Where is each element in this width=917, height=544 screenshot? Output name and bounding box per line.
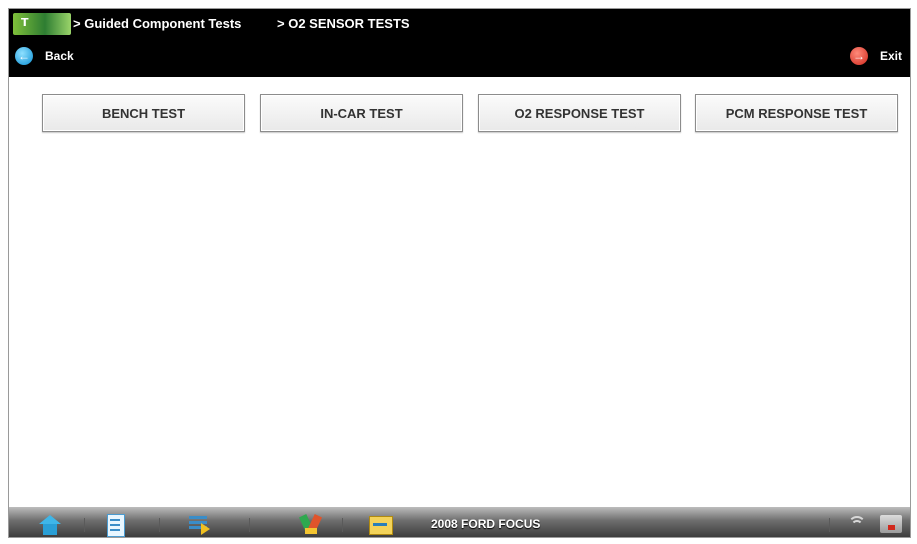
exit-arrow-icon: → [849, 47, 868, 65]
document-icon[interactable] [101, 511, 131, 537]
back-arrow-icon: ← [15, 47, 33, 65]
exit-label: Exit [879, 49, 902, 63]
back-button[interactable]: ← Back [15, 43, 74, 69]
pcm-response-test-button[interactable]: PCM RESPONSE TEST [695, 94, 898, 132]
breadcrumb-guided-component-tests[interactable]: > Guided Component Tests [73, 16, 241, 31]
back-label: Back [45, 49, 74, 63]
home-icon[interactable] [35, 511, 65, 537]
vehicle-label: 2008 FORD FOCUS [431, 517, 541, 531]
toolbar-divider [84, 518, 85, 532]
app-window: T > Guided Component Tests > O2 SENSOR T… [8, 8, 911, 538]
toolbar-divider [829, 518, 830, 532]
bench-test-button[interactable]: BENCH TEST [42, 94, 245, 132]
list-icon[interactable] [184, 511, 214, 537]
bottom-toolbar: 2008 FORD FOCUS [9, 507, 910, 537]
exit-button[interactable]: → Exit [849, 43, 902, 69]
test-buttons-row: BENCH TEST IN-CAR TEST O2 RESPONSE TEST … [9, 94, 910, 134]
o2-response-test-button[interactable]: O2 RESPONSE TEST [478, 94, 681, 132]
app-logo[interactable]: T [13, 13, 71, 35]
app-logo-text: T [21, 16, 29, 29]
in-car-test-button[interactable]: IN-CAR TEST [260, 94, 463, 132]
wifi-icon[interactable] [846, 514, 866, 534]
toolbar-divider [342, 518, 343, 532]
header-bar: T > Guided Component Tests > O2 SENSOR T… [9, 9, 910, 77]
breadcrumb-o2-sensor-tests: > O2 SENSOR TESTS [277, 16, 410, 31]
toolbar-divider [249, 518, 250, 532]
toolbar-divider [159, 518, 160, 532]
scope-icon[interactable] [365, 511, 395, 537]
battery-icon[interactable] [880, 515, 902, 533]
tools-icon[interactable] [296, 511, 326, 537]
